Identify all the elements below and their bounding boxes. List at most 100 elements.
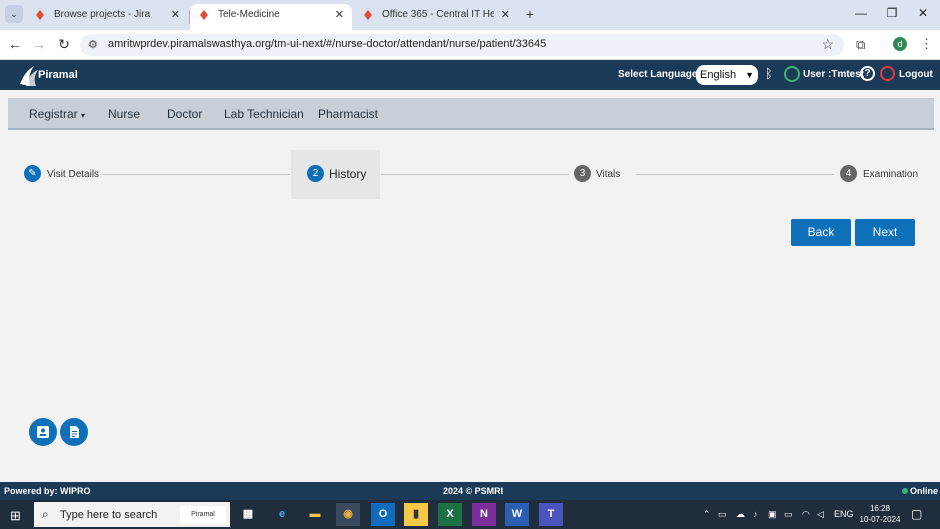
piramal-favicon-icon (36, 10, 44, 20)
input-language[interactable]: ENG (834, 509, 854, 519)
teams-icon[interactable]: T (539, 503, 563, 526)
chrome-icon[interactable]: ◉ (336, 503, 360, 526)
tray-chevron-icon[interactable]: ⌃ (703, 509, 711, 520)
piramal-favicon-icon (200, 10, 208, 20)
file-icon (70, 426, 79, 438)
extensions-icon[interactable]: ⧉ (856, 37, 865, 53)
minimize-icon[interactable]: — (853, 6, 869, 20)
user-icon (784, 66, 800, 82)
language-select[interactable]: English ▼ (696, 65, 758, 85)
sticky-notes-icon[interactable]: ▮ (404, 503, 428, 526)
step-number-2: 2 (307, 165, 324, 182)
bluetooth-icon[interactable]: ᛒ (765, 66, 773, 81)
tab-title: Tele-Medicine (218, 9, 280, 20)
taskbar-search[interactable]: ⌕ Type here to search Piramal Swasthya (34, 502, 230, 527)
piramal-search-brand: Piramal Swasthya (180, 506, 226, 524)
language-value: English (700, 69, 737, 81)
step-number-4: 4 (840, 165, 857, 182)
role-nav: Registrar ▾ Nurse Doctor Lab Technician … (8, 98, 934, 130)
volume-icon[interactable]: ◁ (817, 509, 824, 520)
task-view-icon[interactable]: ▦ (236, 503, 260, 526)
edit-pencil-icon[interactable]: ✎ (24, 165, 41, 182)
restore-icon[interactable]: ❐ (884, 6, 900, 20)
online-status-text: Online (910, 486, 939, 496)
new-tab-button[interactable]: + (522, 5, 538, 23)
windows-start-icon[interactable]: ⊞ (10, 508, 21, 524)
taskbar-search-placeholder: Type here to search (60, 509, 158, 521)
tab-title: Office 365 - Central IT Helpdesk (382, 9, 494, 20)
patient-profile-icon[interactable] (29, 418, 57, 446)
step-examination[interactable]: Examination (863, 169, 918, 180)
logo-text: Piramal (38, 69, 78, 81)
id-card-icon (37, 426, 49, 438)
close-tab-icon[interactable]: ✕ (171, 4, 180, 26)
bookmark-star-icon[interactable]: ☆ (821, 36, 834, 53)
file-explorer-icon[interactable]: ▬ (303, 503, 327, 526)
notifications-icon[interactable]: ▢ (911, 507, 922, 521)
cloud-icon[interactable]: ☁ (736, 509, 745, 520)
back-arrow-icon[interactable]: ← (6, 36, 24, 52)
onenote-icon[interactable]: N (472, 503, 496, 526)
step-connector (102, 174, 290, 175)
powered-by-text: Powered by: WIPRO (4, 486, 91, 496)
copyright-text: 2024 © PSMRI (443, 486, 504, 496)
close-tab-icon[interactable]: ✕ (335, 4, 344, 26)
taskbar-clock[interactable]: 16:28 10-07-2024 (858, 503, 902, 525)
next-button[interactable]: Next (855, 219, 915, 246)
online-status-icon (902, 488, 908, 494)
browser-tab-strip: ⌄ Browse projects - Jira ✕ Tele-Medicine… (0, 0, 940, 30)
logout-link[interactable]: Logout (899, 69, 933, 80)
workflow-stepper: ✎ Visit Details 2 History 3 Vitals 4 Exa… (0, 148, 940, 200)
app-footer: Powered by: WIPRO 2024 © PSMRI Online (0, 482, 940, 500)
document-icon[interactable] (60, 418, 88, 446)
meet-now-icon[interactable]: ▭ (718, 509, 727, 520)
tab-office365[interactable]: Office 365 - Central IT Helpdesk ✕ (354, 4, 518, 30)
battery-icon[interactable]: ▭ (784, 509, 793, 520)
caret-down-icon: ▾ (81, 111, 86, 120)
user-label: User :Tmtest (803, 69, 865, 80)
help-icon[interactable]: ? (860, 66, 875, 81)
tab-title: Browse projects - Jira (54, 9, 151, 20)
step-vitals[interactable]: Vitals (596, 169, 620, 180)
step-visit-details[interactable]: Visit Details (47, 169, 99, 180)
nav-nurse[interactable]: Nurse (108, 107, 140, 121)
reload-icon[interactable]: ↻ (55, 36, 73, 53)
edge-icon[interactable]: e (270, 503, 294, 526)
step-number-3: 3 (574, 165, 591, 182)
close-tab-icon[interactable]: ✕ (501, 4, 510, 26)
nav-pharmacist[interactable]: Pharmacist (318, 107, 378, 121)
power-icon[interactable] (880, 66, 895, 81)
windows-taskbar: ⊞ ⌕ Type here to search Piramal Swasthya… (0, 500, 940, 529)
nav-registrar-label: Registrar (29, 107, 78, 121)
step-connector (636, 174, 834, 175)
browser-menu-icon[interactable]: ⋮ (920, 36, 933, 52)
microphone-icon[interactable]: ♪ (753, 509, 758, 519)
back-button[interactable]: Back (791, 219, 851, 246)
word-icon[interactable]: W (505, 503, 529, 526)
step-history[interactable]: History (329, 167, 366, 181)
chevron-down-icon: ▼ (745, 70, 754, 80)
outlook-icon[interactable]: O (371, 503, 395, 526)
tab-search-button[interactable]: ⌄ (5, 5, 23, 23)
close-window-icon[interactable]: ✕ (915, 6, 931, 20)
url-text[interactable]: amritwprdev.piramalswasthya.org/tm-ui-ne… (108, 38, 546, 50)
language-label: Select Language: (618, 69, 701, 80)
nav-registrar[interactable]: Registrar ▾ (29, 107, 85, 121)
nav-lab-technician[interactable]: Lab Technician (224, 107, 304, 121)
address-bar[interactable]: ⚙ amritwprdev.piramalswasthya.org/tm-ui-… (80, 34, 844, 56)
search-icon: ⌕ (42, 507, 49, 521)
nav-doctor[interactable]: Doctor (167, 107, 202, 121)
profile-avatar[interactable]: d (893, 37, 907, 51)
piramal-favicon-icon (364, 10, 372, 20)
forward-arrow-icon[interactable]: → (30, 36, 48, 52)
clock-date: 10-07-2024 (859, 515, 901, 524)
browser-toolbar: ← → ↻ ⚙ amritwprdev.piramalswasthya.org/… (0, 30, 940, 60)
camera-icon[interactable]: ▣ (768, 509, 777, 520)
excel-icon[interactable]: X (438, 503, 462, 526)
tab-telemedicine[interactable]: Tele-Medicine ✕ (190, 4, 352, 30)
wifi-icon[interactable]: ◠ (802, 509, 810, 520)
step-connector (381, 174, 569, 175)
tab-jira[interactable]: Browse projects - Jira ✕ (26, 4, 188, 30)
site-info-icon[interactable]: ⚙ (88, 38, 98, 51)
app-header: Piramal Select Language: English ▼ ᛒ Use… (0, 60, 940, 90)
